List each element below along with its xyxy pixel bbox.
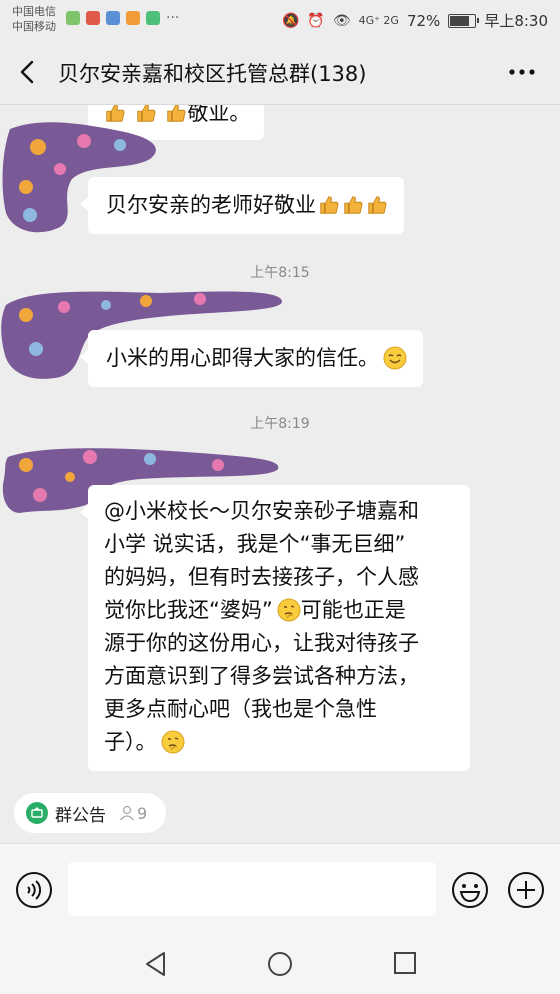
message-line: 更多点耐心吧（我也是个急性 — [104, 697, 377, 721]
message-bubble[interactable]: 小米的用心即得大家的信任。 — [80, 330, 423, 387]
more-notifications-icon: ··· — [166, 10, 180, 26]
voice-input-icon[interactable] — [14, 870, 54, 910]
nav-back-icon[interactable] — [142, 950, 170, 978]
app-notification-icon — [106, 11, 120, 25]
message-text: 觉你比我还“婆妈” — [104, 598, 273, 622]
app-notification-icon — [86, 11, 100, 25]
app-notification-icon — [146, 11, 160, 25]
notification-icons: ··· — [66, 10, 179, 26]
message-bubble[interactable]: 贝尔安亲的老师好敬业 — [80, 177, 404, 234]
group-notice-label: 群公告 — [55, 805, 106, 826]
thumbs-up-emoji-icon — [320, 196, 339, 214]
message-line: @小米校长～贝尔安亲砂子塘嘉和 — [104, 499, 419, 523]
more-options-icon[interactable] — [506, 56, 538, 88]
system-navigation-bar — [0, 935, 560, 994]
message-line: 的妈妈，但有时去接孩子，个人感 — [104, 565, 419, 589]
message-line: 小学 说实话，我是个“事无巨细” — [104, 532, 406, 556]
input-bar — [0, 843, 560, 936]
alarm-icon: ⏰ — [307, 12, 325, 29]
message-line: 方面意识到了得多尝试各种方法， — [104, 664, 419, 688]
back-arrow-icon[interactable] — [12, 56, 44, 88]
message-timestamp: 上午8:19 — [250, 416, 310, 432]
message-bubble[interactable]: @小米校长～贝尔安亲砂子塘嘉和 小学 说实话，我是个“事无巨细” 的妈妈，但有时… — [80, 485, 470, 771]
add-attachment-icon[interactable] — [506, 870, 546, 910]
carrier-1: 中国电信 — [12, 5, 56, 18]
thinking-emoji-icon — [161, 730, 184, 754]
chat-title: 贝尔安亲嘉和校区托管总群(138) — [58, 62, 367, 86]
thumbs-up-emoji-icon — [368, 196, 387, 214]
thinking-emoji-icon — [277, 598, 301, 622]
clock: 早上8:30 — [484, 12, 548, 30]
message-text: 贝尔安亲的老师好敬业 — [106, 193, 316, 217]
person-icon — [119, 805, 135, 821]
status-bar: 中国电信 中国移动 ··· 🔕 ⏰ 👁 4G⁺ 2G 72% 早上8:30 — [0, 0, 560, 40]
group-notice-bar: 群公告 9 — [0, 781, 560, 843]
emoji-icon[interactable] — [450, 870, 490, 910]
battery-percent: 72% — [406, 11, 441, 30]
thumbs-up-emoji-icon — [344, 196, 363, 214]
app-notification-icon — [126, 11, 140, 25]
battery-fill — [450, 15, 470, 26]
chat-header: 贝尔安亲嘉和校区托管总群(138) — [0, 40, 560, 105]
message-timestamp: 上午8:15 — [250, 265, 310, 281]
message-text: 可能也正是 — [300, 598, 406, 622]
network-signal-icon: 4G⁺ 2G — [358, 14, 399, 27]
message-line-with-emoji: 子）。 — [104, 726, 454, 759]
eye-comfort-icon: 👁 — [332, 12, 351, 29]
message-text: 子）。 — [104, 730, 157, 754]
battery-icon — [448, 13, 480, 28]
mute-icon: 🔕 — [281, 12, 300, 29]
carrier-2: 中国移动 — [12, 20, 56, 33]
message-line-with-emoji: 觉你比我还“婆妈” 可能也正是 — [104, 594, 454, 627]
carrier-info: 中国电信 中国移动 — [12, 4, 56, 34]
chat-messages[interactable]: 敬业。 贝尔安亲的老师好敬业 上午8:15 小米的用心即得大家的信任。 上午8:… — [0, 105, 560, 781]
smile-emoji-icon — [383, 346, 407, 370]
system-status: 🔕 ⏰ 👁 4G⁺ 2G 72% 早上8:30 — [282, 10, 548, 31]
message-text: 小米的用心即得大家的信任。 — [106, 346, 379, 370]
app-notification-icon — [66, 11, 80, 25]
group-notice-count: 9 — [137, 803, 148, 823]
group-notice-button[interactable]: 群公告 9 — [14, 793, 166, 833]
group-notice-icon — [26, 802, 48, 824]
nav-home-icon[interactable] — [266, 950, 294, 978]
nav-recent-apps-icon[interactable] — [392, 950, 418, 976]
message-line: 源于你的这份用心，让我对待孩子 — [104, 631, 419, 655]
message-input[interactable] — [68, 862, 436, 916]
